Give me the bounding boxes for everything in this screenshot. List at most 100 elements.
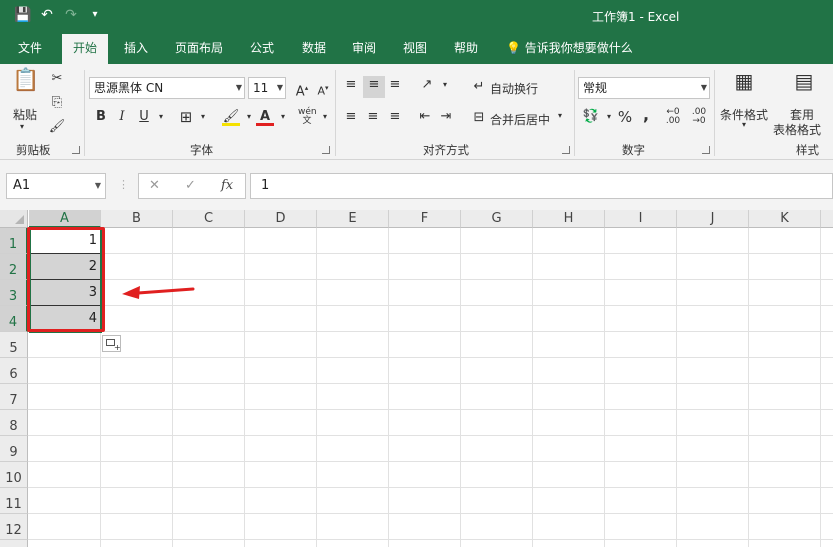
enter-icon[interactable]: ✓: [185, 178, 196, 193]
gridline: [28, 305, 833, 306]
row-header-12[interactable]: 12: [0, 514, 28, 540]
column-header-b[interactable]: B: [101, 210, 173, 228]
underline-button[interactable]: U: [135, 108, 153, 126]
quick-access-toolbar: 💾 ↶ ↷ ▾: [14, 6, 104, 24]
row-header-6[interactable]: 6: [0, 358, 28, 384]
undo-icon[interactable]: ↶: [38, 6, 56, 24]
decrease-indent-icon[interactable]: ⇤: [416, 108, 434, 126]
wrap-text-button[interactable]: 自动换行: [490, 80, 538, 97]
orientation-dropdown-icon[interactable]: ▾: [436, 76, 454, 94]
number-launcher-icon[interactable]: [702, 146, 710, 154]
row-header-7[interactable]: 7: [0, 384, 28, 410]
merge-dropdown-icon[interactable]: ▾: [558, 111, 562, 120]
tab-view[interactable]: 视图: [399, 32, 431, 64]
borders-icon[interactable]: ⊞: [177, 108, 195, 126]
cancel-icon[interactable]: ✕: [149, 178, 160, 193]
clipboard-launcher-icon[interactable]: [72, 146, 80, 154]
column-header-c[interactable]: C: [173, 210, 245, 228]
cut-icon[interactable]: ✂: [48, 70, 66, 88]
merge-center-icon[interactable]: ⊟: [470, 109, 488, 127]
select-all-corner[interactable]: [0, 210, 28, 228]
font-size-combo[interactable]: 11 ▼: [248, 77, 286, 99]
increase-font-icon[interactable]: A▴: [293, 79, 311, 99]
orientation-icon[interactable]: ↗: [418, 76, 436, 94]
save-icon[interactable]: 💾: [14, 6, 32, 24]
align-middle-icon[interactable]: ≡: [363, 76, 385, 98]
name-box[interactable]: A1 ▼: [6, 173, 106, 199]
increase-decimal-icon[interactable]: ←0.00: [664, 108, 682, 126]
format-as-table-icon[interactable]: ▤: [790, 71, 818, 102]
decrease-font-icon[interactable]: A▾: [314, 79, 332, 98]
row-header-5[interactable]: 5: [0, 332, 28, 358]
italic-button[interactable]: I: [113, 108, 131, 126]
row-header-4[interactable]: 4: [0, 306, 28, 332]
align-bottom-icon[interactable]: ≡: [386, 76, 404, 94]
column-header-l-partial[interactable]: [821, 210, 833, 228]
borders-dropdown-icon[interactable]: ▾: [194, 108, 212, 126]
formula-input[interactable]: 1: [250, 173, 833, 199]
alignment-launcher-icon[interactable]: [562, 146, 570, 154]
paste-dropdown-icon[interactable]: ▾: [20, 122, 24, 131]
tab-help[interactable]: 帮助: [450, 32, 482, 64]
row-header-1[interactable]: 1: [0, 228, 28, 254]
tab-home[interactable]: 开始: [62, 32, 108, 64]
tell-me-search[interactable]: 💡 告诉我你想要做什么: [502, 32, 637, 64]
row-header-11[interactable]: 11: [0, 488, 28, 514]
align-center-icon[interactable]: ≡: [364, 108, 382, 126]
paste-icon[interactable]: 📋: [12, 70, 40, 102]
paste-button[interactable]: 粘贴: [13, 106, 37, 123]
tab-insert[interactable]: 插入: [120, 32, 152, 64]
row-header-13-partial[interactable]: [0, 540, 28, 547]
tab-review[interactable]: 审阅: [348, 32, 380, 64]
increase-indent-icon[interactable]: ⇥: [437, 108, 455, 126]
customize-qat-icon[interactable]: ▾: [86, 6, 104, 24]
tab-data[interactable]: 数据: [298, 32, 330, 64]
format-painter-icon[interactable]: 🖌: [48, 118, 66, 136]
column-header-k[interactable]: K: [749, 210, 821, 228]
align-left-icon[interactable]: ≡: [342, 108, 360, 126]
align-right-icon[interactable]: ≡: [386, 108, 404, 126]
tab-file[interactable]: 文件: [14, 32, 46, 64]
decrease-decimal-icon[interactable]: .00 →0: [690, 108, 708, 126]
column-header-e[interactable]: E: [317, 210, 389, 228]
fill-color-icon[interactable]: 🖌: [222, 108, 240, 126]
column-header-f[interactable]: F: [389, 210, 461, 228]
copy-icon[interactable]: ⎘: [48, 94, 66, 112]
tab-page-layout[interactable]: 页面布局: [171, 32, 227, 64]
phonetic-icon[interactable]: wén 文: [298, 108, 317, 126]
column-header-a[interactable]: A: [29, 210, 101, 228]
column-header-i[interactable]: I: [605, 210, 677, 228]
redo-icon[interactable]: ↷: [62, 6, 80, 24]
row-header-3[interactable]: 3: [0, 280, 28, 306]
quick-analysis-icon[interactable]: +: [102, 335, 121, 352]
font-name-combo[interactable]: 思源黑体 CN ▼: [89, 77, 245, 99]
column-header-j[interactable]: J: [677, 210, 749, 228]
font-color-dropdown-icon[interactable]: ▾: [274, 108, 292, 126]
comma-button[interactable]: ,: [637, 106, 655, 124]
row-header-2[interactable]: 2: [0, 254, 28, 280]
format-as-table-label-2[interactable]: 表格格式: [773, 121, 821, 138]
align-top-icon[interactable]: ≡: [342, 76, 360, 94]
worksheet-grid[interactable]: A B C D E F G H I J K 1 2 3 4 5 6 7 8 9 …: [0, 210, 833, 547]
font-launcher-icon[interactable]: [322, 146, 330, 154]
underline-dropdown-icon[interactable]: ▾: [152, 108, 170, 126]
font-color-icon[interactable]: A: [256, 108, 274, 126]
number-format-combo[interactable]: 常规 ▼: [578, 77, 710, 99]
row-header-8[interactable]: 8: [0, 410, 28, 436]
column-header-h[interactable]: H: [533, 210, 605, 228]
phonetic-dropdown-icon[interactable]: ▾: [316, 108, 334, 126]
wrap-text-icon[interactable]: ↵: [470, 78, 488, 96]
row-header-9[interactable]: 9: [0, 436, 28, 462]
column-header-d[interactable]: D: [245, 210, 317, 228]
conditional-format-icon[interactable]: ▦: [730, 71, 758, 102]
formula-buttons: ✕ ✓ fx: [138, 173, 246, 199]
column-header-g[interactable]: G: [461, 210, 533, 228]
row-header-10[interactable]: 10: [0, 462, 28, 488]
bold-button[interactable]: B: [92, 108, 110, 126]
conditional-format-dropdown-icon[interactable]: ▾: [742, 120, 746, 129]
accounting-format-icon[interactable]: 💱: [582, 108, 600, 126]
tab-formulas[interactable]: 公式: [246, 32, 278, 64]
insert-function-icon[interactable]: fx: [221, 178, 233, 193]
percent-button[interactable]: %: [616, 108, 634, 126]
merge-center-button[interactable]: 合并后居中: [490, 111, 550, 128]
